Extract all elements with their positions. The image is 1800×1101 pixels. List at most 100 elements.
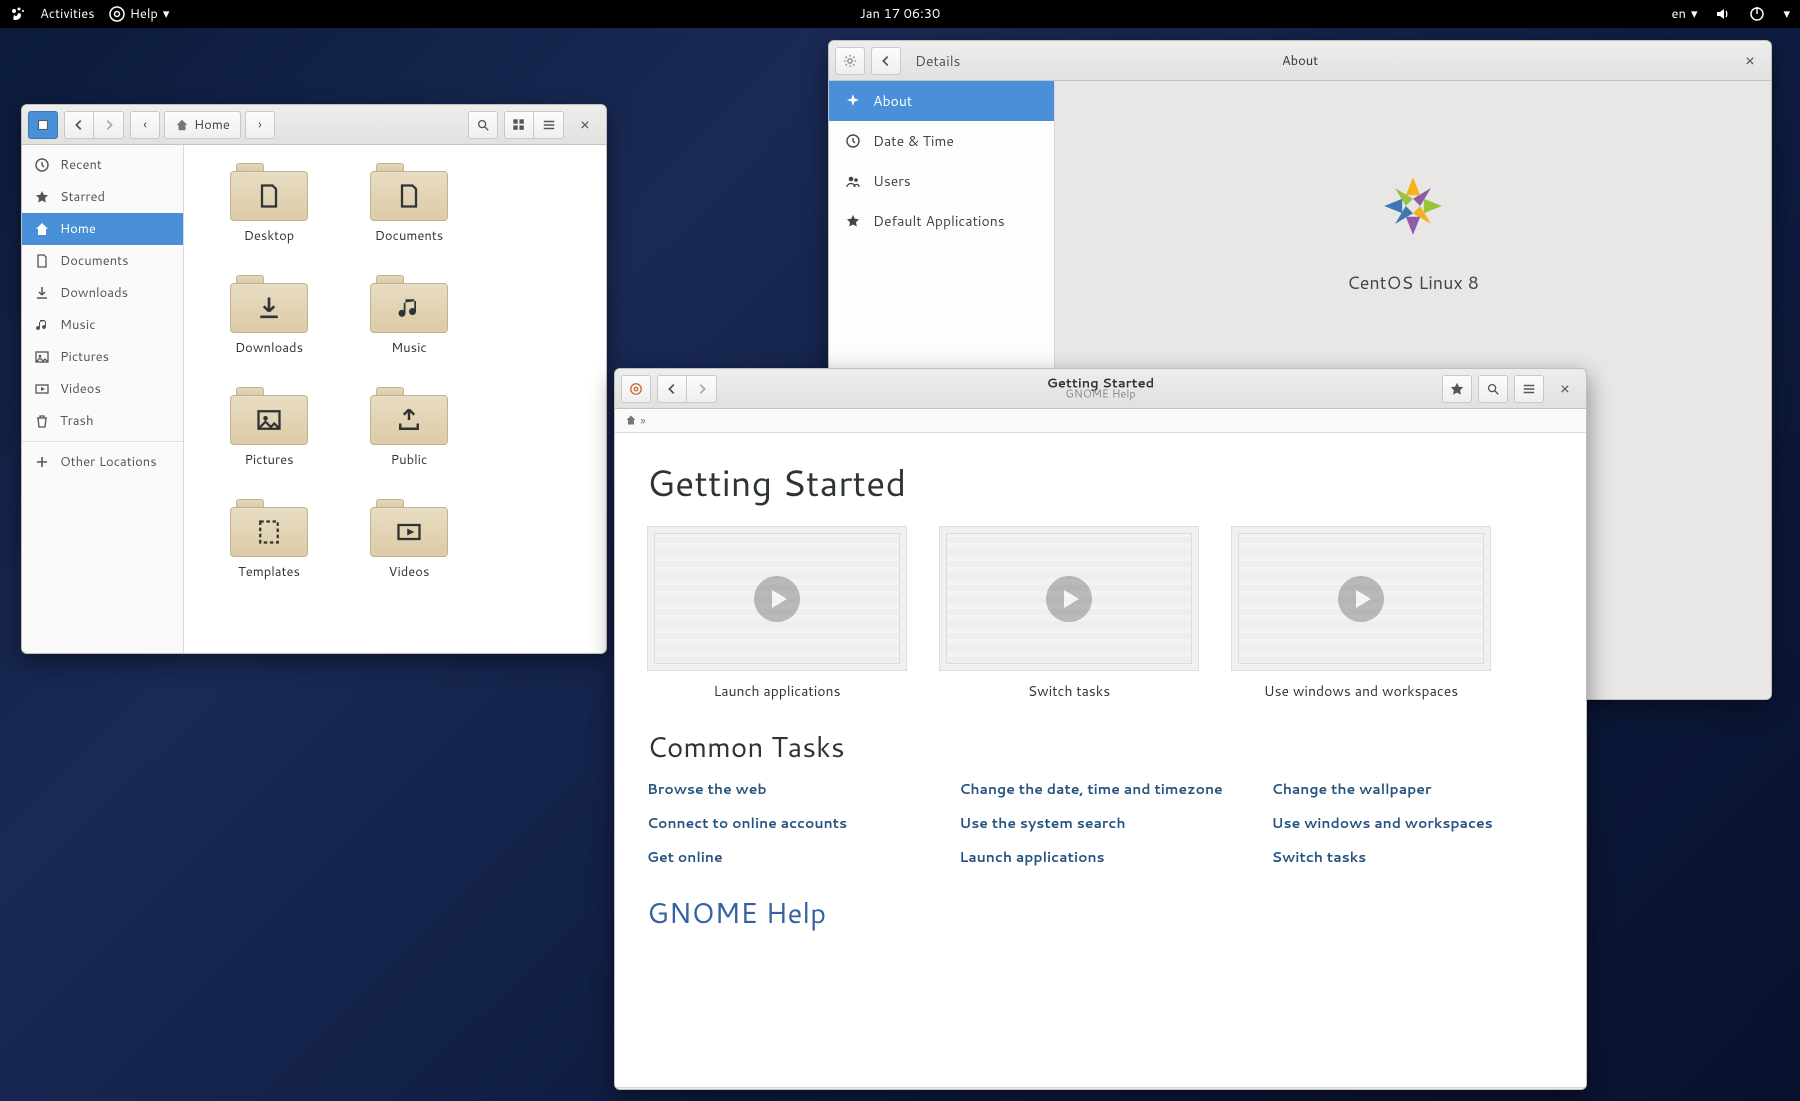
sidebar-item-videos[interactable]: Videos [22,373,183,405]
folder-desktop[interactable]: Desktop [204,163,334,245]
hamburger-button[interactable] [534,111,564,139]
folder-documents[interactable]: Documents [344,163,474,245]
sidebar-item-home[interactable]: Home [22,213,183,245]
help-thumb-use-windows-and-workspaces[interactable]: Use windows and workspaces [1231,526,1491,701]
nav-back-button[interactable] [64,111,94,139]
sidebar-item-music[interactable]: Music [22,309,183,341]
task-link-change-the-date-time-and-timezone[interactable]: Change the date, time and timezone [959,779,1241,799]
folder-public[interactable]: Public [344,387,474,469]
thumb-label: Launch applications [713,681,840,701]
centos-logo-icon [1368,161,1458,251]
nav-forward-button[interactable] [94,111,124,139]
lang-label: en [1671,5,1685,23]
top-bar: Activities Help ▾ Jan 17 06:30 en ▾ ▾ [0,0,1800,28]
play-icon [1338,576,1384,622]
back-button[interactable] [871,47,901,75]
help-thumb-switch-tasks[interactable]: Switch tasks [939,526,1199,701]
folder-pictures[interactable]: Pictures [204,387,334,469]
sidebar-item-downloads[interactable]: Downloads [22,277,183,309]
folder-videos[interactable]: Videos [344,499,474,581]
sidebar-item-recent[interactable]: Recent [22,149,183,181]
help-back-button[interactable] [657,375,687,403]
settings-item-default-applications[interactable]: Default Applications [829,201,1054,241]
gnome-help-link[interactable]: GNOME Help [647,893,1554,933]
help-window: Getting Started GNOME Help × » Getting S… [614,368,1587,1090]
thumb-image [1231,526,1491,671]
folder-icon [230,275,308,333]
help-search-button[interactable] [1478,375,1508,403]
folder-label: Public [391,451,428,469]
folder-label: Downloads [235,339,303,357]
sidebar-label: Recent [60,156,102,174]
settings-item-date-time[interactable]: Date & Time [829,121,1054,161]
settings-item-users[interactable]: Users [829,161,1054,201]
task-link-use-windows-and-workspaces[interactable]: Use windows and workspaces [1272,813,1554,833]
sidebar-label: Other Locations [60,453,157,471]
doc-icon [34,253,50,269]
sidebar-label: Trash [60,412,94,430]
system-menu-chevron[interactable]: ▾ [1783,5,1790,23]
close-button[interactable]: × [1550,377,1580,400]
settings-section-title: Details [915,51,961,71]
task-link-launch-applications[interactable]: Launch applications [959,847,1241,867]
folder-label: Documents [375,227,444,245]
view-grid-button[interactable] [504,111,534,139]
help-thumb-launch-applications[interactable]: Launch applications [647,526,907,701]
sidebar-label: Documents [60,252,129,270]
search-button[interactable] [468,111,498,139]
close-button[interactable]: × [570,113,600,136]
help-icon [109,6,125,22]
sidebar-label: Pictures [60,348,109,366]
task-link-connect-to-online-accounts[interactable]: Connect to online accounts [647,813,929,833]
video-icon [34,381,50,397]
folder-music[interactable]: Music [344,275,474,357]
task-link-use-the-system-search[interactable]: Use the system search [959,813,1241,833]
help-headerbar: Getting Started GNOME Help × [615,369,1586,409]
power-icon[interactable] [1749,6,1765,22]
sidebar-item-other-locations[interactable]: Other Locations [22,446,183,478]
music-icon [34,317,50,333]
task-link-get-online[interactable]: Get online [647,847,929,867]
spark-icon [845,93,861,109]
sidebar-label: Music [60,316,96,334]
help-forward-button[interactable] [687,375,717,403]
input-lang[interactable]: en ▾ [1671,5,1697,23]
sidebar-item-documents[interactable]: Documents [22,245,183,277]
thumb-label: Switch tasks [1028,681,1110,701]
plus-icon [34,454,50,470]
sidebar-label: Downloads [60,284,128,302]
sidebar-item-trash[interactable]: Trash [22,405,183,437]
help-footer[interactable]: About [615,1087,1586,1090]
folder-downloads[interactable]: Downloads [204,275,334,357]
path-label: Home [194,116,230,134]
play-icon [1046,576,1092,622]
path-fwd-segment[interactable]: › [245,111,275,139]
app-menu-help[interactable]: Help ▾ [109,5,170,23]
clock[interactable]: Jan 17 06:30 [860,5,941,23]
help-h1: Getting Started [647,457,1554,508]
help-breadcrumb[interactable]: » [615,409,1586,433]
common-tasks-heading: Common Tasks [647,727,1554,767]
path-back-segment[interactable]: ‹ [130,111,160,139]
help-app-icon [621,375,651,403]
task-link-browse-the-web[interactable]: Browse the web [647,779,929,799]
activities-button[interactable]: Activities [40,5,95,23]
settings-item-about[interactable]: About [829,81,1054,121]
folder-label: Templates [238,563,300,581]
volume-icon[interactable] [1715,6,1731,22]
path-home-button[interactable]: Home [164,111,241,139]
task-link-change-the-wallpaper[interactable]: Change the wallpaper [1272,779,1554,799]
help-nav [657,375,717,403]
help-menu-button[interactable] [1514,375,1544,403]
folder-templates[interactable]: Templates [204,499,334,581]
task-link-switch-tasks[interactable]: Switch tasks [1272,847,1554,867]
sidebar-item-starred[interactable]: Starred [22,181,183,213]
close-button[interactable]: × [1735,49,1765,72]
sidebar-item-pictures[interactable]: Pictures [22,341,183,373]
sidebar-label: Home [60,220,96,238]
nav-buttons [64,111,124,139]
settings-item-label: About [873,91,912,111]
folder-icon [370,499,448,557]
settings-gear-icon [835,47,865,75]
bookmark-button[interactable] [1442,375,1472,403]
